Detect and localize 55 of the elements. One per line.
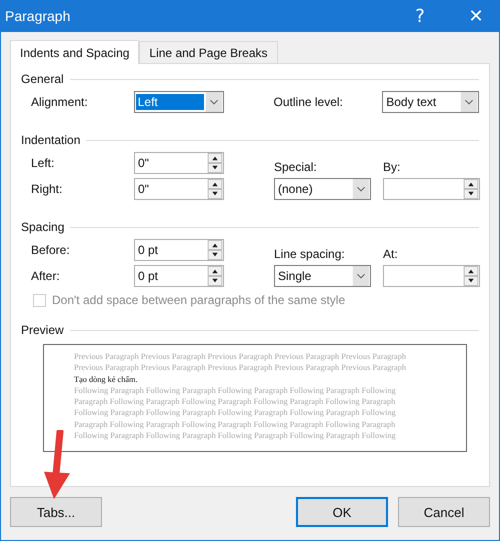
tab[interactable]: Indents and Spacing: [10, 40, 140, 64]
spin-field[interactable]: 0 pt: [134, 265, 224, 287]
section-heading: General: [21, 72, 64, 86]
field-label: By:: [383, 160, 402, 174]
dialog-button[interactable]: OK: [296, 497, 388, 527]
chevron-down-icon[interactable]: [352, 179, 370, 199]
tab[interactable]: Line and Page Breaks: [139, 41, 278, 63]
dropdown[interactable]: Left: [134, 91, 224, 113]
field-label: After:: [30, 269, 61, 283]
chevron-down-icon[interactable]: [460, 92, 478, 112]
field-label: Alignment:: [30, 95, 89, 109]
chevron-down-icon[interactable]: [204, 92, 223, 112]
spin-arrows-icon[interactable]: [207, 179, 223, 199]
preview-line: Paragraph Following Paragraph Following Paragraph Following Paragraph Following Paragraph: [74, 418, 396, 430]
dropdown-value: Single: [277, 268, 312, 284]
preview-line: Previous Paragraph Previous Paragraph Previous Paragraph Previous Paragraph Previous Paragraph: [74, 351, 408, 362]
field-label: Outline level:: [274, 95, 344, 109]
spin-field[interactable]: 0": [134, 178, 224, 200]
preview-line: Paragraph Following Paragraph Following Paragraph Following Paragraph Following Paragraph: [74, 396, 396, 408]
spin-field[interactable]: 0 pt: [134, 239, 224, 261]
preview-line: Tạo dòng kẻ chấm.: [74, 374, 139, 385]
spin-arrows-icon[interactable]: [207, 266, 223, 286]
spin-field[interactable]: 0": [134, 152, 224, 174]
field-label: Left:: [30, 156, 56, 170]
field-label: Before:: [30, 243, 71, 257]
window-title: Paragraph: [5, 8, 72, 24]
dropdown-value: Left: [136, 94, 204, 110]
field-label: Special:: [274, 160, 318, 174]
preview-line: Following Paragraph Following Paragraph Following Paragraph Following Paragraph Following: [74, 430, 397, 442]
checkbox-label: Don't add space between paragraphs of the same style: [52, 293, 346, 307]
section-heading: Indentation: [21, 133, 80, 147]
section-heading: Preview: [21, 323, 64, 337]
spin-arrows-icon[interactable]: [463, 266, 479, 286]
help-button[interactable]: ?: [397, 4, 443, 28]
preview-line: Following Paragraph Following Paragraph Following Paragraph Following Paragraph Following: [74, 384, 397, 396]
close-button[interactable]: ✕: [453, 4, 499, 28]
field-label: At:: [383, 247, 399, 261]
dropdown[interactable]: Body text: [382, 91, 479, 113]
chevron-down-icon[interactable]: [352, 266, 370, 286]
section-heading: Spacing: [21, 220, 64, 234]
field-label: Right:: [30, 182, 64, 196]
dropdown[interactable]: Single: [274, 265, 371, 287]
preview-line: Previous Paragraph Previous Paragraph Previous Paragraph Previous Paragraph Previous Paragraph: [74, 362, 408, 374]
spin-arrows-icon[interactable]: [207, 240, 223, 260]
spin-field[interactable]: [383, 178, 480, 200]
field-label: Line spacing:: [274, 247, 346, 261]
preview-line: Following Paragraph Following Paragraph Following Paragraph Following Paragraph Following: [74, 407, 397, 419]
dropdown-value: (none): [277, 181, 314, 197]
spin-arrows-icon[interactable]: [207, 153, 223, 173]
dropdown[interactable]: (none): [274, 178, 371, 200]
spin-arrows-icon[interactable]: [463, 179, 479, 199]
dropdown-value: Body text: [385, 94, 438, 110]
spin-field[interactable]: [383, 265, 480, 287]
dialog-button[interactable]: Tabs...: [10, 497, 102, 527]
dialog-button[interactable]: Cancel: [398, 497, 490, 527]
